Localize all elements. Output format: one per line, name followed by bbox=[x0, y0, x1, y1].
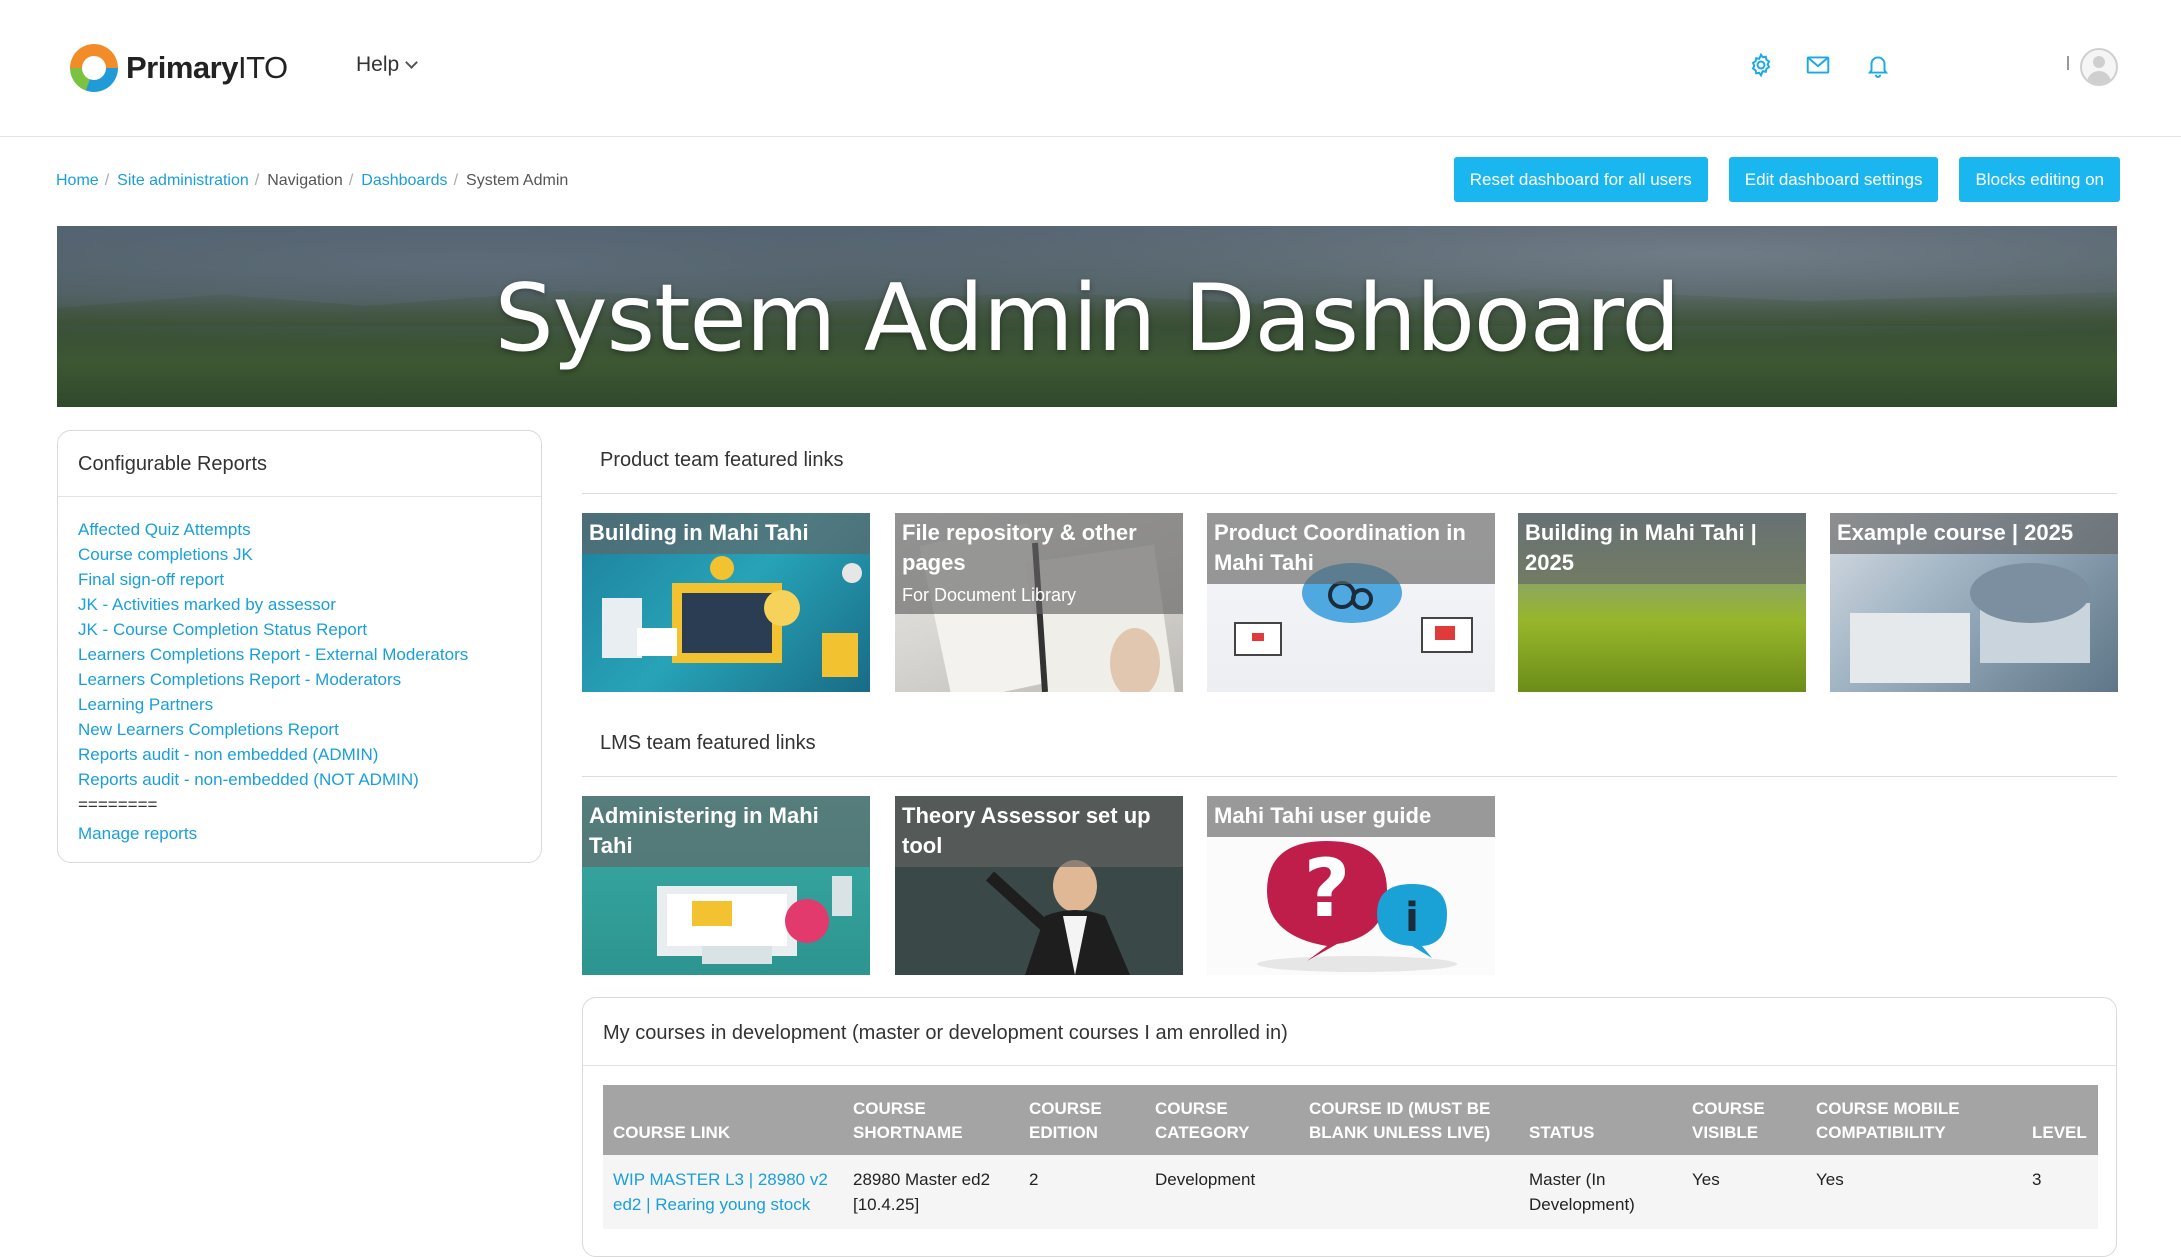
tile-title: Building in Mahi Tahi | 2025 bbox=[1518, 513, 1806, 584]
course-shortname: 28980 Master ed2 [10.4.25] bbox=[843, 1155, 1019, 1229]
top-navbar: PrimaryITO Help bbox=[0, 0, 2181, 137]
column-header[interactable]: LEVEL bbox=[2022, 1085, 2098, 1155]
my-courses-block: My courses in development (master or dev… bbox=[582, 997, 2117, 1257]
svg-text:i: i bbox=[1405, 895, 1419, 941]
column-header[interactable]: STATUS bbox=[1519, 1085, 1682, 1155]
tile-title: Administering in Mahi Tahi bbox=[582, 796, 870, 867]
user-avatar[interactable] bbox=[2080, 48, 2118, 86]
column-header[interactable]: COURSE MOBILE COMPATIBILITY bbox=[1806, 1085, 2022, 1155]
tile-building-2025[interactable]: Building in Mahi Tahi | 2025 bbox=[1518, 513, 1806, 692]
column-header[interactable]: COURSE VISIBLE bbox=[1682, 1085, 1806, 1155]
tile-title: Mahi Tahi user guide bbox=[1207, 796, 1495, 837]
lms-links-title: LMS team featured links bbox=[600, 732, 816, 754]
tile-title: Product Coordination in Mahi Tahi bbox=[1207, 513, 1495, 584]
table-header-row: COURSE LINK COURSE SHORTNAME COURSE EDIT… bbox=[603, 1085, 2098, 1155]
course-visible: Yes bbox=[1682, 1155, 1806, 1229]
tile-product-coordination[interactable]: Product Coordination in Mahi Tahi bbox=[1207, 513, 1495, 692]
tile-administering-in-mahi-tahi[interactable]: Administering in Mahi Tahi bbox=[582, 796, 870, 975]
report-link[interactable]: Course completions JK bbox=[78, 542, 521, 567]
column-header[interactable]: COURSE CATEGORY bbox=[1145, 1085, 1299, 1155]
column-header[interactable]: COURSE EDITION bbox=[1019, 1085, 1145, 1155]
logo-mark-icon bbox=[70, 44, 118, 92]
course-level: 3 bbox=[2022, 1155, 2098, 1229]
breadcrumb-dashboards[interactable]: Dashboards bbox=[361, 172, 447, 190]
report-link[interactable]: New Learners Completions Report bbox=[78, 717, 521, 742]
course-link[interactable]: WIP MASTER L3 | 28980 v2 ed2 | Rearing y… bbox=[603, 1155, 843, 1229]
breadcrumb-site-administration[interactable]: Site administration bbox=[117, 172, 249, 190]
course-status: Master (In Development) bbox=[1519, 1155, 1682, 1229]
help-menu[interactable]: Help bbox=[356, 53, 419, 77]
tile-file-repository[interactable]: File repository & other pages For Docume… bbox=[895, 513, 1183, 692]
courses-table: COURSE LINK COURSE SHORTNAME COURSE EDIT… bbox=[603, 1085, 2098, 1229]
tile-user-guide[interactable]: ? i Mahi Tahi user guide bbox=[1207, 796, 1495, 975]
bell-icon[interactable] bbox=[1865, 52, 1891, 78]
dashboard-banner: System Admin Dashboard bbox=[57, 226, 2117, 407]
tile-building-in-mahi-tahi[interactable]: Building in Mahi Tahi bbox=[582, 513, 870, 692]
tile-example-course-2025[interactable]: Example course | 2025 bbox=[1830, 513, 2118, 692]
report-link[interactable]: Learners Completions Report - Moderators bbox=[78, 667, 521, 692]
configurable-reports-block: Configurable Reports Affected Quiz Attem… bbox=[57, 430, 542, 863]
navbar-divider bbox=[2067, 56, 2069, 70]
course-edition: 2 bbox=[1019, 1155, 1145, 1229]
mail-icon[interactable] bbox=[1805, 52, 1831, 78]
report-list: Affected Quiz Attempts Course completion… bbox=[58, 497, 541, 846]
report-link[interactable]: Reports audit - non embedded (ADMIN) bbox=[78, 742, 521, 767]
section-divider bbox=[582, 776, 2117, 777]
report-link[interactable]: JK - Activities marked by assessor bbox=[78, 592, 521, 617]
breadcrumb-current: System Admin bbox=[466, 172, 569, 189]
tile-title: Building in Mahi Tahi bbox=[582, 513, 870, 554]
column-header[interactable]: COURSE LINK bbox=[603, 1085, 843, 1155]
manage-reports-link[interactable]: Manage reports bbox=[78, 821, 521, 846]
brand-name: PrimaryITO bbox=[126, 50, 288, 85]
svg-text:?: ? bbox=[1304, 842, 1350, 935]
brand-logo[interactable]: PrimaryITO bbox=[70, 44, 288, 92]
column-header[interactable]: COURSE ID (MUST BE BLANK UNLESS LIVE) bbox=[1299, 1085, 1519, 1155]
course-mobile-compat: Yes bbox=[1806, 1155, 2022, 1229]
tile-subtitle: For Document Library bbox=[902, 585, 1077, 605]
tile-title: File repository & other pages For Docume… bbox=[895, 513, 1183, 614]
report-link[interactable]: Final sign-off report bbox=[78, 567, 521, 592]
report-separator: ======== bbox=[78, 795, 158, 814]
breadcrumb-home[interactable]: Home bbox=[56, 172, 99, 190]
block-title: My courses in development (master or dev… bbox=[583, 998, 2116, 1066]
tile-title: Theory Assessor set up tool bbox=[895, 796, 1183, 867]
chevron-down-icon bbox=[405, 56, 419, 69]
block-title: Configurable Reports bbox=[58, 431, 541, 497]
gear-icon[interactable] bbox=[1748, 52, 1774, 78]
breadcrumb: Home / Site administration / Navigation / D… bbox=[56, 172, 569, 190]
product-links-title: Product team featured links bbox=[600, 449, 844, 471]
report-link[interactable]: Reports audit - non-embedded (NOT ADMIN) bbox=[78, 767, 521, 792]
section-divider bbox=[582, 493, 2117, 494]
table-row: WIP MASTER L3 | 28980 v2 ed2 | Rearing y… bbox=[603, 1155, 2098, 1229]
banner-title: System Admin Dashboard bbox=[494, 264, 1681, 372]
report-link[interactable]: Learning Partners bbox=[78, 692, 521, 717]
report-link[interactable]: JK - Course Completion Status Report bbox=[78, 617, 521, 642]
reset-dashboard-button[interactable]: Reset dashboard for all users bbox=[1453, 157, 1708, 202]
course-category: Development bbox=[1145, 1155, 1299, 1229]
dashboard-actions: Reset dashboard for all users Edit dashb… bbox=[1453, 157, 2120, 202]
report-link[interactable]: Learners Completions Report - External M… bbox=[78, 642, 521, 667]
column-header[interactable]: COURSE SHORTNAME bbox=[843, 1085, 1019, 1155]
blocks-editing-button[interactable]: Blocks editing on bbox=[1959, 157, 2120, 202]
breadcrumb-navigation: Navigation bbox=[267, 172, 343, 189]
edit-dashboard-settings-button[interactable]: Edit dashboard settings bbox=[1728, 157, 1939, 202]
report-link[interactable]: Affected Quiz Attempts bbox=[78, 517, 521, 542]
course-id bbox=[1299, 1155, 1519, 1229]
tile-theory-assessor-setup[interactable]: Theory Assessor set up tool bbox=[895, 796, 1183, 975]
tile-title: Example course | 2025 bbox=[1830, 513, 2118, 554]
help-label: Help bbox=[356, 53, 400, 76]
